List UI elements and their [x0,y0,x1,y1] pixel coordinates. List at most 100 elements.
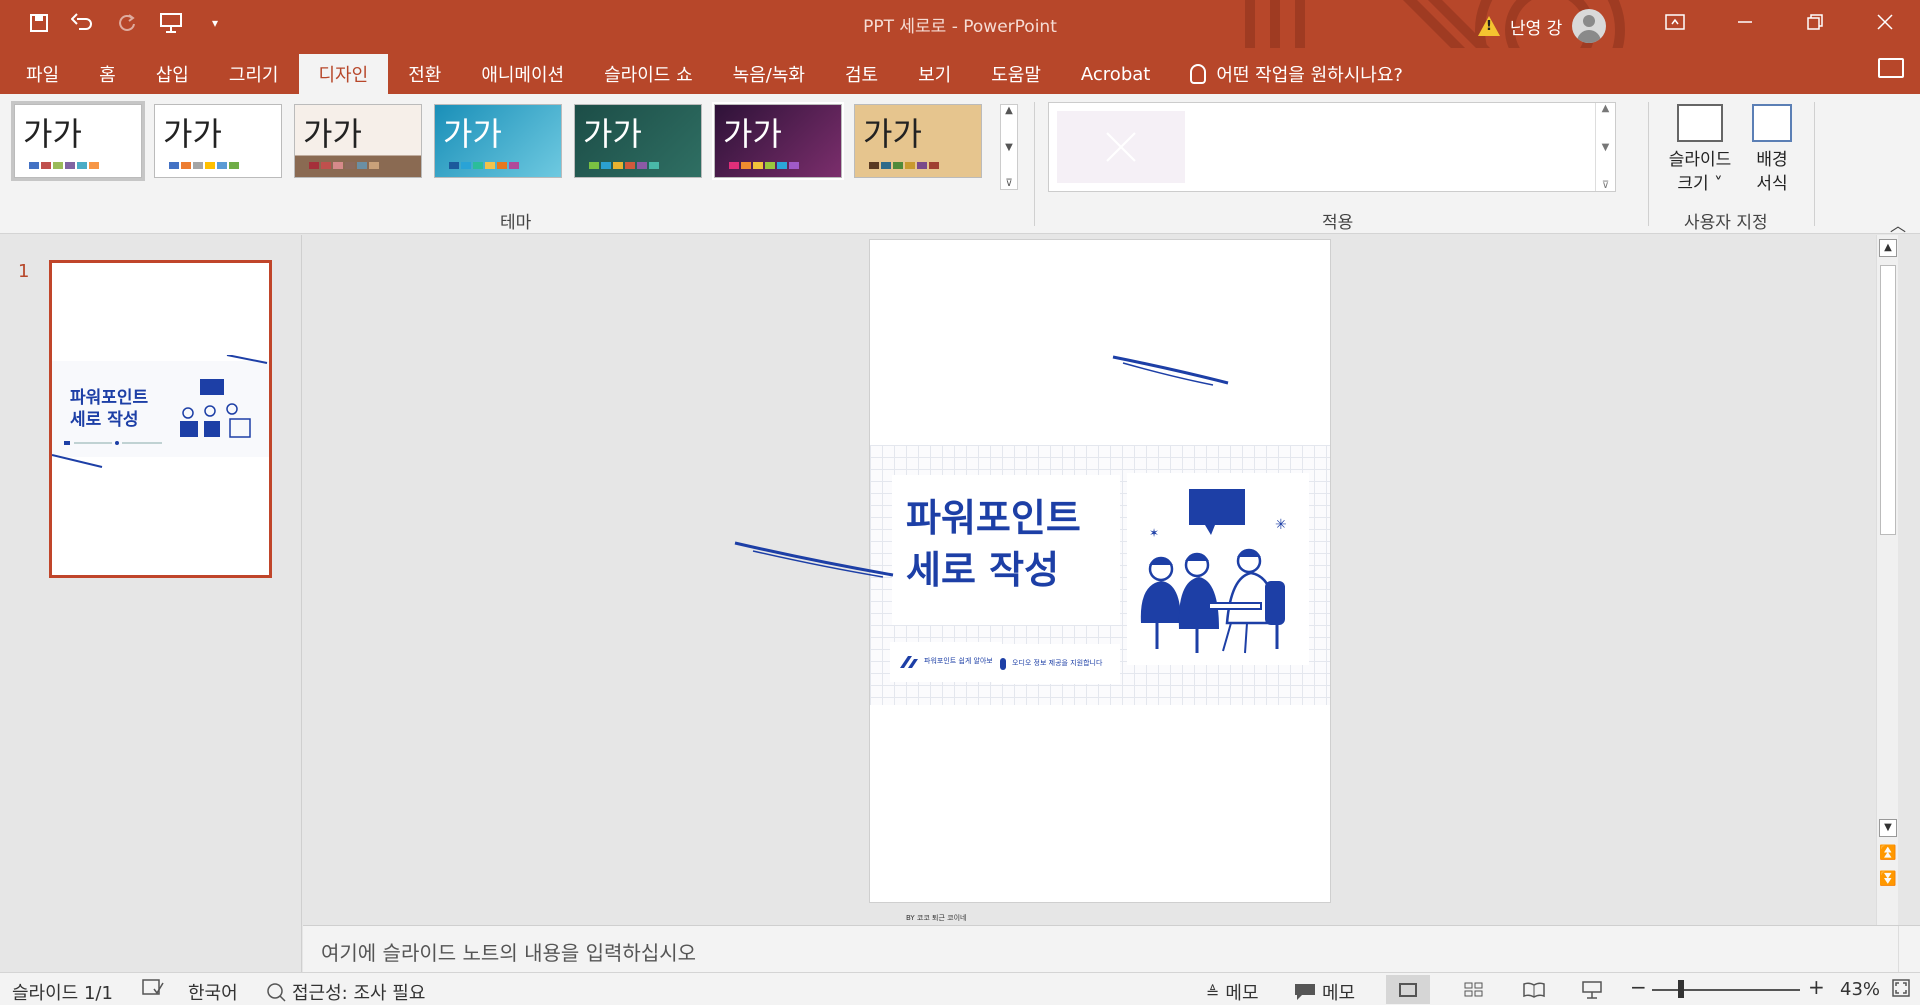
notes-toggle[interactable]: ≜ 메모 [1206,979,1259,1005]
tab-insert[interactable]: 삽입 [136,54,209,94]
comments-icon[interactable] [1878,58,1904,78]
scroll-up-icon[interactable]: ▲ [1879,239,1897,257]
group-separator [1648,102,1649,226]
notes-label[interactable]: 메모 [1225,979,1258,1005]
group-label-customize: 사용자 지정 [1684,213,1768,233]
warning-icon[interactable] [1478,16,1500,36]
scroll-thumb[interactable] [1880,265,1896,535]
spell-check-icon[interactable] [142,979,164,997]
slide-size-label-2: 크기 ˅ [1677,174,1723,194]
slideshow-icon [1582,980,1602,999]
theme-sample-text: 가가 [723,115,782,153]
zoom-percent[interactable]: 43% [1840,979,1880,1000]
reading-view-button[interactable] [1512,975,1556,1004]
slide-counter: 슬라이드 1/1 [12,983,113,1004]
scroll-up-icon[interactable]: ▲ [1005,105,1013,116]
theme-gallery-scroll[interactable]: ▲ ▼ ⊽ [1000,104,1018,190]
reading-view-icon [1523,981,1545,998]
tab-record[interactable]: 녹음/녹화 [713,54,825,94]
theme-sample-text: 가가 [303,115,362,153]
theme-purple[interactable]: 가가 [712,102,844,180]
gallery-more-icon[interactable]: ⊽ [1005,178,1012,189]
accessibility-text[interactable]: 접근성: 조사 필요 [292,979,425,1005]
scroll-up-icon[interactable]: ▲ [1602,103,1610,114]
theme-color-bars [729,162,799,169]
slide-size-button[interactable]: 슬라이드 크기 ˅ [1660,104,1740,196]
language-indicator[interactable]: 한국어 [188,979,238,1005]
zoom-out-button[interactable]: − [1630,975,1647,999]
theme-wood[interactable]: 가가 [294,104,422,178]
slide-size-label-1: 슬라이드 [1668,150,1732,170]
slide-sorter-icon [1464,982,1483,996]
svg-text:✳: ✳ [1275,517,1287,533]
user-name[interactable]: 난영 강 [1510,14,1562,39]
theme-color-bars [589,162,659,169]
window-controls [1640,0,1920,44]
theme-ion[interactable]: 가가 [434,104,562,178]
status-bar: 슬라이드 1/1 한국어 접근성: 조사 필요 ≜ 메모 메모 − + 43% [0,972,1920,1005]
slide-footer-text: BY 코코 퇴근 코이네 [906,914,967,922]
ribbon-design: 가가 가가 가가 가가 가가 가가 가가 ▲ ▼ ⊽ 테마 ▲ ▼ ⊽ 적용 슬… [0,94,1920,236]
previous-slide-icon[interactable]: ⏫ [1879,845,1897,863]
comments-toggle[interactable]: 메모 [1294,979,1355,1005]
tab-design[interactable]: 디자인 [298,54,389,94]
tab-file[interactable]: 파일 [0,54,79,94]
tab-animations[interactable]: 애니메이션 [461,54,584,94]
group-label-themes: 테마 [500,213,532,233]
comments-label[interactable]: 메모 [1322,979,1355,1005]
theme-color-bars [309,162,379,169]
minimize-icon[interactable] [1710,0,1780,44]
tell-me-text[interactable]: 어떤 작업을 원하시나요? [1216,61,1403,87]
variants-gallery: ▲ ▼ ⊽ [1048,102,1616,192]
next-slide-icon[interactable]: ⏬ [1879,871,1897,889]
scroll-down-icon[interactable]: ▼ [1005,142,1013,153]
avatar[interactable] [1572,9,1607,43]
close-icon[interactable] [1850,0,1920,44]
brush-stroke-decoration [52,355,268,468]
slide-thumbnail-pane: 1 파워포인트 세로 작성 [0,235,302,972]
gallery-more-icon[interactable]: ⊽ [1602,180,1609,191]
theme-gallery-frame[interactable]: 가가 [854,104,982,178]
slideshow-button[interactable] [1570,975,1614,1004]
title-bar: ▾ PPT 세로로 - PowerPoint 난영 강 [0,0,1920,48]
variants-scroll[interactable]: ▲ ▼ ⊽ [1595,103,1615,191]
tab-view[interactable]: 보기 [898,54,971,94]
tell-me-search[interactable]: 어떤 작업을 원하시나요? [1170,54,1403,94]
tab-slideshow[interactable]: 슬라이드 쇼 [584,54,713,94]
theme-color-bars [169,162,239,169]
ribbon-display-options-icon[interactable] [1640,0,1710,44]
tab-help[interactable]: 도움말 [971,54,1061,94]
scroll-down-icon[interactable]: ▼ [1602,142,1610,153]
zoom-in-button[interactable]: + [1808,975,1825,999]
tab-acrobat[interactable]: Acrobat [1061,54,1170,94]
scroll-down-icon[interactable]: ▼ [1879,819,1897,837]
theme-office-2[interactable]: 가가 [154,104,282,178]
format-background-label-2: 서식 [1756,174,1788,194]
fit-to-window-icon[interactable] [1892,979,1910,997]
zoom-slider-thumb[interactable] [1678,980,1684,998]
tab-draw[interactable]: 그리기 [209,54,299,94]
slide-vertical-scrollbar[interactable]: ▲ ▼ ⏫ ⏬ [1876,235,1898,925]
slide-sorter-button[interactable] [1452,975,1496,1004]
tab-home[interactable]: 홈 [79,54,136,94]
theme-color-bars [29,162,99,169]
ribbon-tabs: 파일 홈 삽입 그리기 디자인 전환 애니메이션 슬라이드 쇼 녹음/녹화 검토… [0,48,1920,94]
collapse-ribbon-icon[interactable]: ︿ [1890,212,1906,236]
slide-thumbnail[interactable]: 파워포인트 세로 작성 [49,260,272,578]
tab-review[interactable]: 검토 [825,54,898,94]
accessibility-checker[interactable]: 접근성: 조사 필요 [266,979,425,1005]
restore-icon[interactable] [1780,0,1850,44]
variant-option[interactable] [1057,111,1185,183]
format-background-button[interactable]: 배경 서식 [1732,104,1812,196]
account-area[interactable]: 난영 강 [1478,9,1607,43]
tab-transitions[interactable]: 전환 [388,54,461,94]
normal-view-button[interactable] [1386,975,1430,1004]
notes-scrollbar[interactable] [1898,926,1920,973]
theme-office[interactable]: 가가 [11,101,145,181]
notes-placeholder[interactable]: 여기에 슬라이드 노트의 내용을 입력하십시오 [321,937,696,966]
notes-pane[interactable]: 여기에 슬라이드 노트의 내용을 입력하십시오 [303,925,1920,973]
slide-number: 1 [18,261,30,282]
theme-slate-green[interactable]: 가가 [574,104,702,178]
zoom-slider[interactable] [1652,989,1800,991]
brush-stroke-decoration [734,355,1229,578]
